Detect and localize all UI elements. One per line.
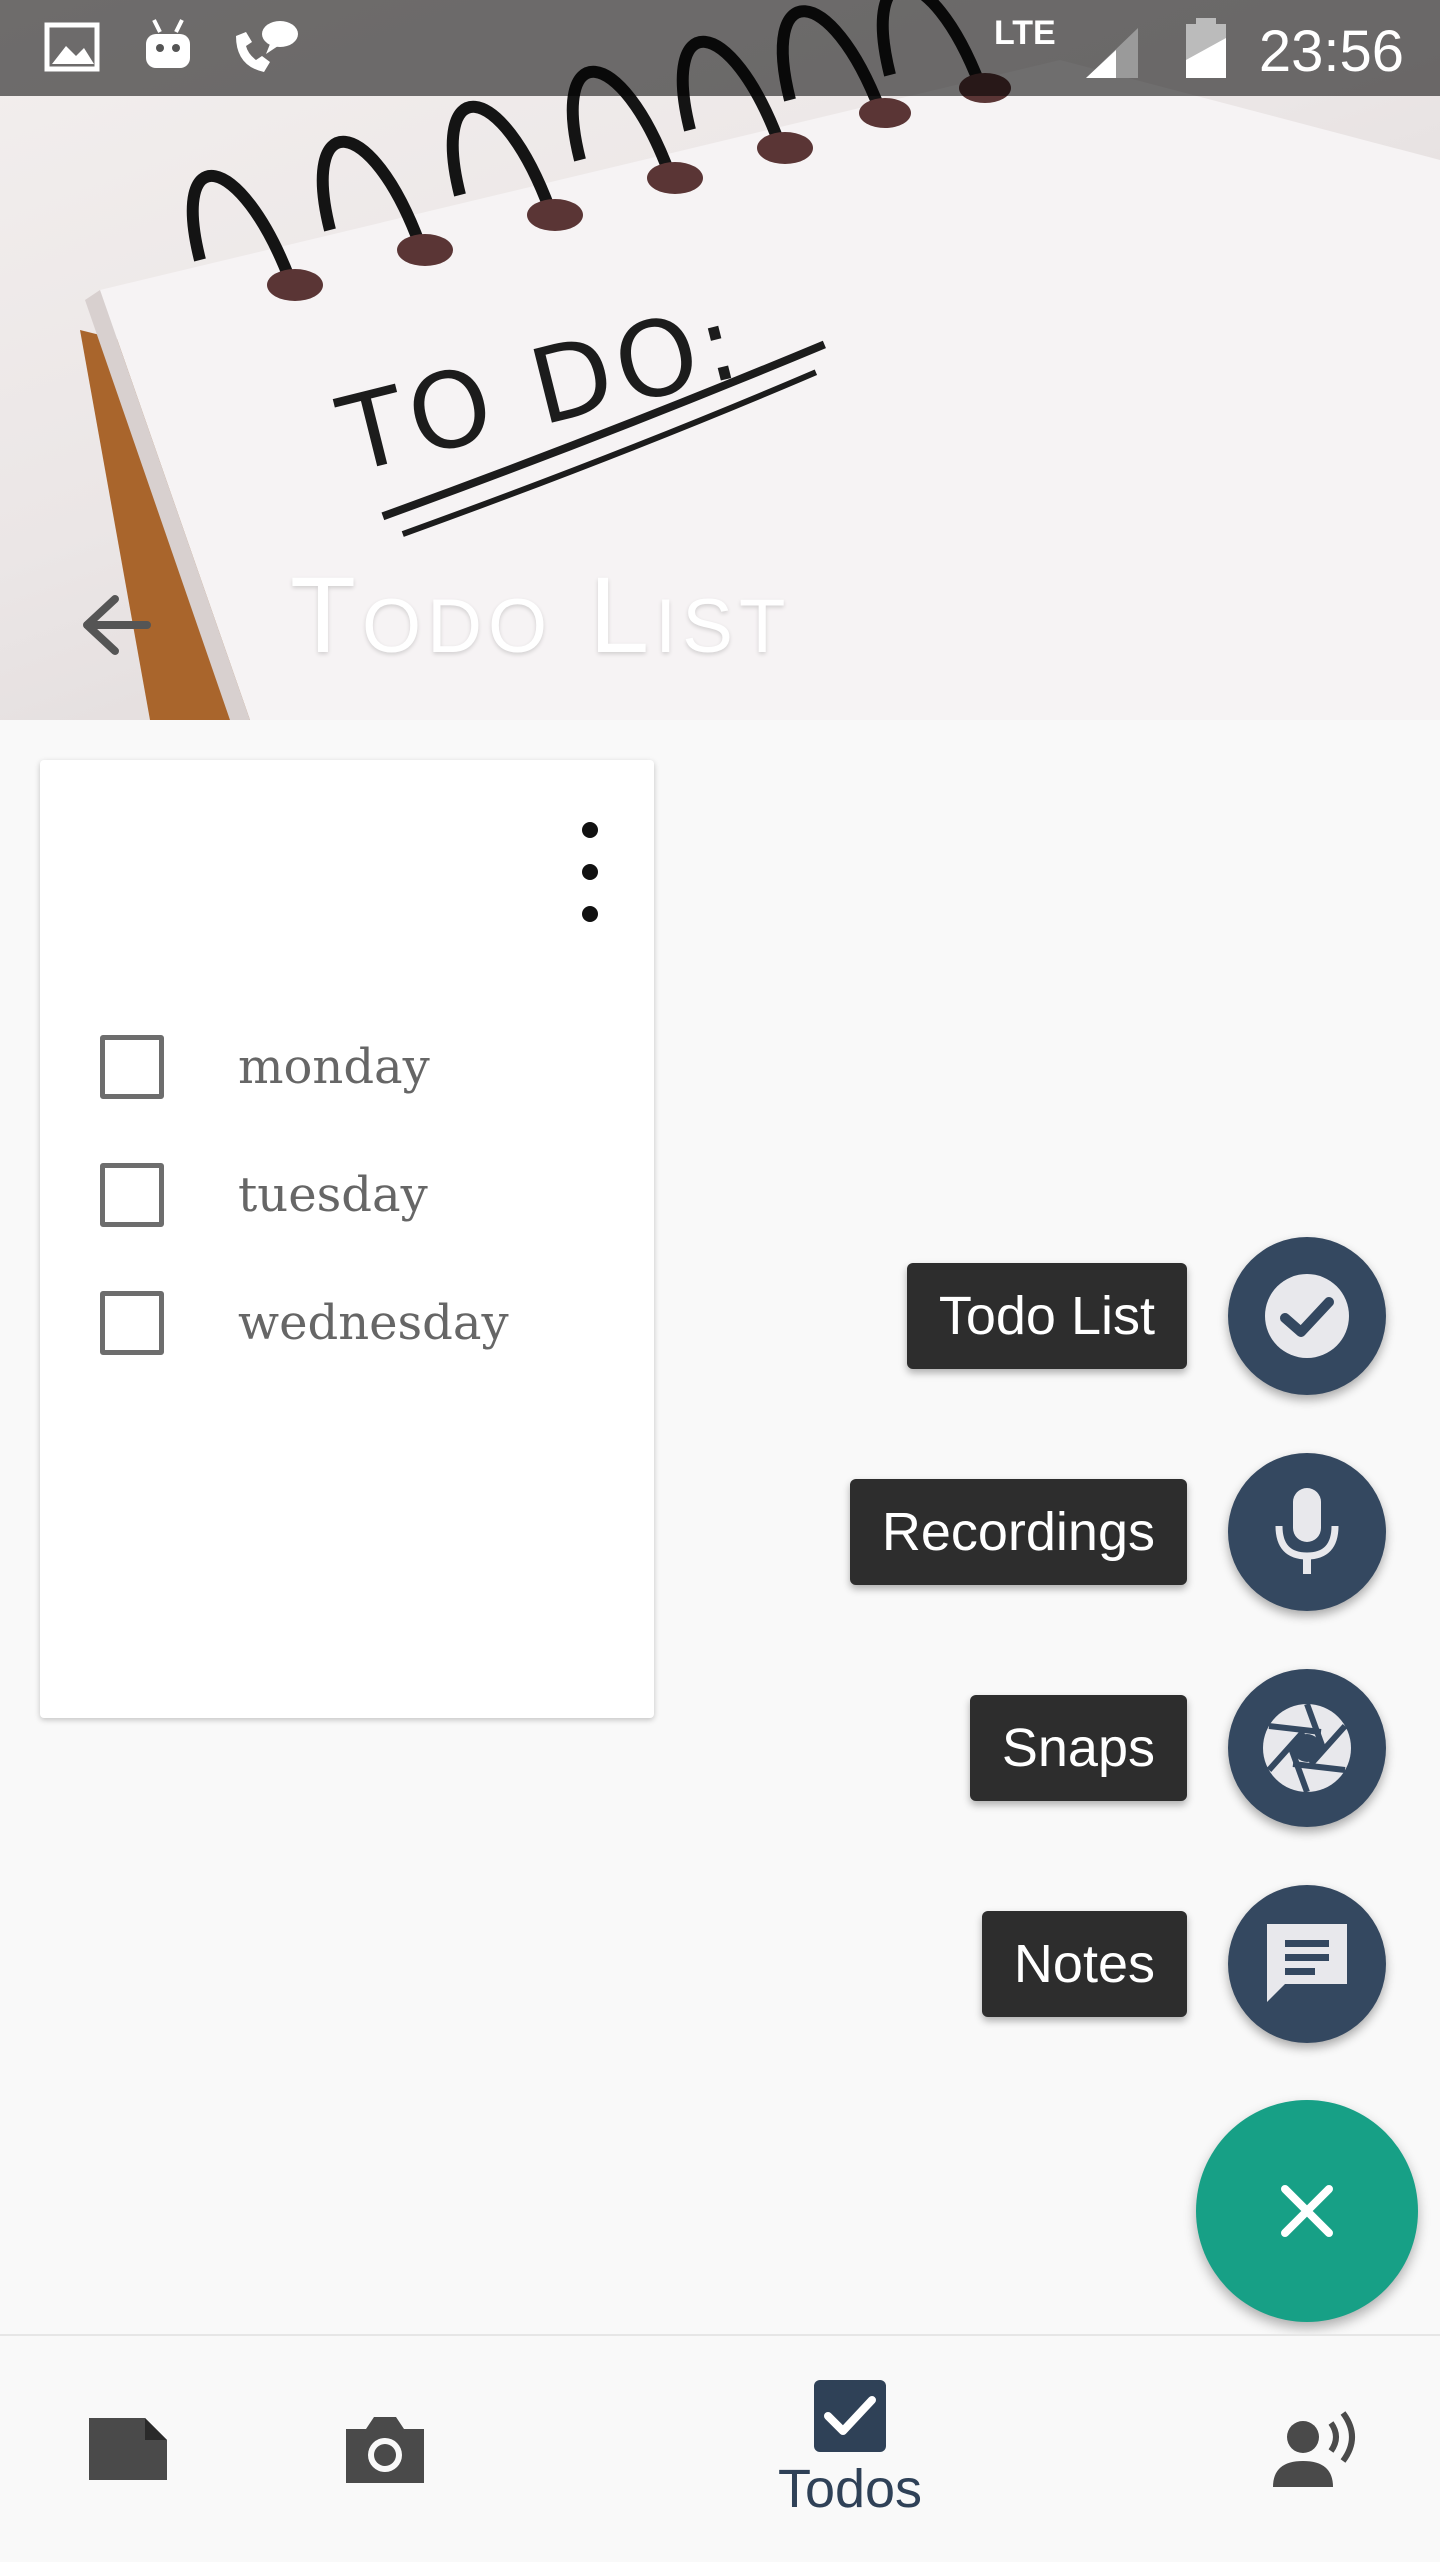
signal-icon [1086, 28, 1138, 78]
camera-icon [346, 2417, 424, 2483]
close-fab[interactable] [1196, 2100, 1418, 2322]
battery-charging-icon [1186, 18, 1226, 78]
todo-label: wednesday [238, 1295, 509, 1351]
notes-label-button[interactable]: Notes [981, 1911, 1187, 2017]
bottom-navigation: Todos [0, 2334, 1440, 2562]
nav-item-todos[interactable]: Todos [760, 2336, 940, 2562]
todo-checkbox[interactable] [100, 1163, 164, 1227]
back-button[interactable] [70, 580, 160, 670]
todo-label: tuesday [238, 1167, 428, 1223]
nav-item-label: Todos [777, 2459, 923, 2519]
todo-card[interactable]: monday tuesday wednesday [40, 760, 654, 1718]
todo-item[interactable]: wednesday [100, 1278, 620, 1368]
page-title: Todo List [290, 554, 792, 675]
close-icon [1281, 2185, 1333, 2237]
todo-list-label-button[interactable]: Todo List [906, 1263, 1187, 1369]
nav-item-notes[interactable] [70, 2336, 186, 2562]
todo-item[interactable]: tuesday [100, 1150, 620, 1240]
nav-item-recordings[interactable] [1262, 2336, 1372, 2562]
arrow-back-icon [83, 595, 151, 655]
android-icon [146, 19, 190, 68]
note-icon [89, 2418, 167, 2480]
check-icon [1265, 1274, 1349, 1358]
header-image: TO DO: LTE 23:56 Todo List [0, 0, 1440, 720]
checkbox-icon [814, 2380, 886, 2452]
todo-list-fab[interactable] [1228, 1237, 1386, 1395]
status-time: 23:56 [1258, 19, 1404, 84]
todo-checkbox[interactable] [100, 1291, 164, 1355]
note-icon [1267, 1924, 1347, 2002]
snaps-label-button[interactable]: Snaps [969, 1695, 1187, 1801]
microphone-icon [1275, 1488, 1339, 1574]
recordings-label-button[interactable]: Recordings [849, 1479, 1187, 1585]
notes-fab[interactable] [1228, 1885, 1386, 2043]
more-vertical-icon[interactable] [560, 822, 620, 922]
call-chat-icon [236, 21, 298, 72]
nav-item-snaps[interactable] [330, 2336, 440, 2562]
status-bar: LTE 23:56 [0, 0, 1440, 96]
recordings-fab[interactable] [1228, 1453, 1386, 1611]
todo-label: monday [238, 1039, 430, 1095]
camera-shutter-icon [1263, 1702, 1351, 1794]
lte-icon: LTE [994, 14, 1056, 52]
todo-checkbox[interactable] [100, 1035, 164, 1099]
voice-icon [1273, 2411, 1355, 2487]
image-icon [44, 22, 100, 72]
todo-item[interactable]: monday [100, 1022, 620, 1112]
snaps-fab[interactable] [1228, 1669, 1386, 1827]
